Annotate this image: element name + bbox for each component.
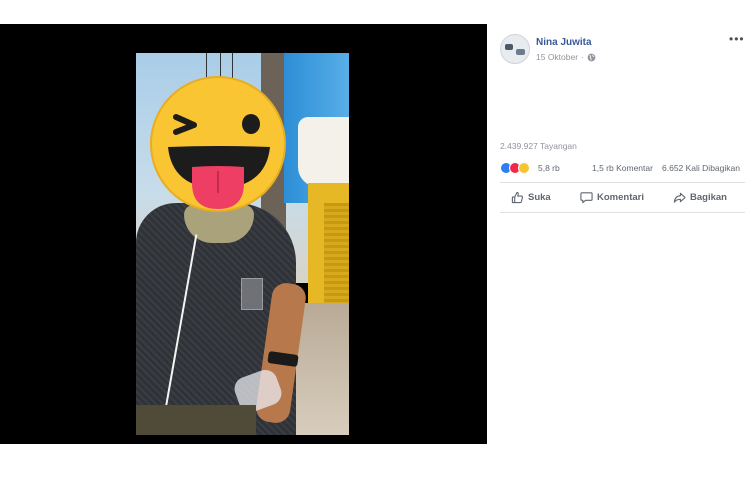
video-frame[interactable] — [136, 53, 349, 435]
share-count[interactable]: 6.652 Kali Dibagikan — [662, 163, 740, 173]
post-meta: 15 Oktober · — [536, 52, 596, 62]
like-button[interactable]: Suka — [511, 188, 551, 206]
more-options-button[interactable]: ••• — [729, 33, 745, 45]
like-label: Suka — [528, 191, 551, 203]
divider — [500, 212, 745, 213]
video-awning — [298, 117, 349, 187]
divider — [500, 182, 745, 183]
video-person-pants — [136, 405, 256, 435]
reactions-summary: 5,8 rb 1,5 rb Komentar 6.652 Kali Dibagi… — [500, 162, 745, 176]
share-label: Bagikan — [690, 191, 727, 203]
comment-bubble-icon — [580, 191, 593, 203]
winking-tongue-emoji-icon — [150, 76, 286, 212]
view-count: 2.439.927 Tayangan — [500, 141, 577, 151]
comment-label: Komentari — [597, 191, 644, 203]
reaction-icons[interactable] — [500, 162, 530, 174]
comment-button[interactable]: Komentari — [580, 188, 644, 206]
thumbs-up-icon — [511, 191, 524, 203]
video-player[interactable] — [0, 24, 487, 444]
meta-separator: · — [581, 52, 584, 62]
facebook-video-post: Nina Juwita 15 Oktober · ••• 2.439.927 T… — [0, 0, 745, 489]
share-button[interactable]: Bagikan — [673, 188, 727, 206]
reaction-count[interactable]: 5,8 rb — [538, 163, 560, 173]
share-arrow-icon — [673, 192, 686, 203]
post-date[interactable]: 15 Oktober — [536, 52, 578, 62]
author-name[interactable]: Nina Juwita — [536, 37, 592, 48]
globe-icon[interactable] — [587, 53, 596, 62]
video-shirt-pocket — [241, 278, 263, 310]
haha-reaction-icon — [518, 162, 530, 174]
author-avatar[interactable] — [500, 34, 530, 64]
comment-count[interactable]: 1,5 rb Komentar — [592, 163, 653, 173]
post-info-panel: Nina Juwita 15 Oktober · ••• 2.439.927 T… — [487, 24, 745, 444]
